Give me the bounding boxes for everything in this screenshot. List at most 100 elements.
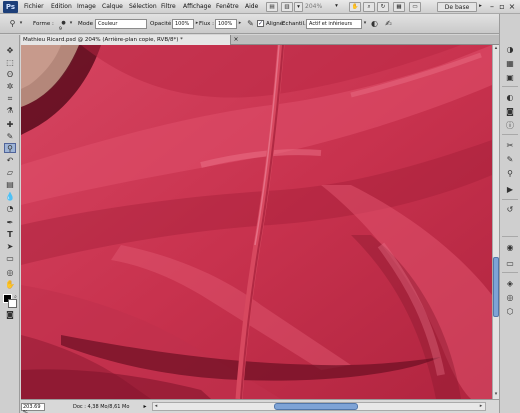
menu-calque[interactable]: Calque <box>102 3 123 10</box>
quick-mask-icon[interactable]: ◙ <box>4 310 16 320</box>
eyedropper-icon[interactable]: ⚗ <box>4 106 16 116</box>
photoshop-logo: Ps <box>3 1 18 13</box>
menu-fenetre[interactable]: Fenêtre <box>216 3 239 10</box>
ignore-adjustment-layers-icon[interactable]: ◐ <box>369 18 380 29</box>
hand-tool-icon[interactable]: ✋ <box>349 2 361 12</box>
arrange-documents-icon[interactable]: ▦ <box>393 2 405 12</box>
workspace-switcher[interactable]: De base <box>437 2 477 12</box>
notes-icon[interactable]: ▭ <box>504 258 516 269</box>
adjustments-icon[interactable]: ◐ <box>504 92 516 103</box>
healing-brush-icon[interactable]: ✚ <box>4 120 16 130</box>
layers-icon[interactable]: ◈ <box>504 278 516 289</box>
path-select-icon[interactable]: ➤ <box>4 242 16 252</box>
dock-separator <box>502 134 518 135</box>
gradient-icon[interactable]: ▤ <box>4 180 16 190</box>
sample-dropdown-icon[interactable]: ▾ <box>362 18 368 29</box>
close-document-icon[interactable]: × <box>232 35 240 45</box>
menu-selection[interactable]: Sélection <box>129 3 157 10</box>
clone-stamp-preset-icon[interactable]: ⚲ <box>7 18 18 29</box>
channels-icon[interactable]: ◎ <box>504 292 516 303</box>
styles-icon[interactable]: ▣ <box>504 72 516 83</box>
application-bar: Ps Fichier Edition Image Calque Sélectio… <box>0 0 520 14</box>
menu-affichage[interactable]: Affichage <box>183 3 211 10</box>
3d-rotate-icon[interactable]: ◎ <box>4 268 16 278</box>
flux-dropdown-icon[interactable]: ▸ <box>237 18 243 29</box>
clone-source-icon[interactable]: ⚲ <box>504 168 516 179</box>
document-tab[interactable]: Mathieu Ricard.psd @ 204% (Arrière-plan … <box>21 35 231 45</box>
restore-icon[interactable]: ▫ <box>497 2 507 12</box>
status-bar: 203.69 % Doc : 4,38 Mo/8,61 Mo ▸ ◂ ▸ <box>21 399 499 413</box>
dock-separator <box>502 272 518 273</box>
crop-icon[interactable]: ⌗ <box>4 94 16 104</box>
swatches-icon[interactable]: ▦ <box>504 58 516 69</box>
document-size-info: Doc : 4,38 Mo/8,61 Mo <box>73 404 130 410</box>
tools-panel: ✥ ⬚ ʘ ✲ ⌗ ⚗ ✚ ✎ ⚲ ↶ ▱ ▤ 💧 ◔ ✒ T ➤ ▭ ◎ ✋ … <box>0 35 20 413</box>
sample-select[interactable]: Actif et inférieurs <box>306 19 362 29</box>
screen-mode-icon[interactable]: ▭ <box>409 2 421 12</box>
3d-icon[interactable]: ◉ <box>504 242 516 253</box>
menu-fichier[interactable]: Fichier <box>24 3 44 10</box>
brush-panel-icon[interactable]: ✎ <box>504 154 516 165</box>
airbrush-icon[interactable]: ✎ <box>245 18 256 29</box>
tools-panel-icon[interactable]: ✂ <box>504 140 516 151</box>
info-icon[interactable]: ⓘ <box>504 120 516 131</box>
vertical-scrollbar[interactable]: ▴ ▾ <box>492 45 499 399</box>
paths-icon[interactable]: ⬡ <box>504 306 516 317</box>
zoom-tool-icon[interactable]: ⌕ <box>363 2 375 12</box>
aligned-checkbox[interactable]: ✓ <box>257 20 264 27</box>
scroll-left-icon[interactable]: ◂ <box>153 403 159 410</box>
tool-options-bar: ⚲ ▾ Forme : ● 9 ▾ Mode : Couleur Opacité… <box>0 14 520 34</box>
pen-icon[interactable]: ✒ <box>4 218 16 228</box>
shape-icon[interactable]: ▭ <box>4 254 16 264</box>
document-tab-bar: Mathieu Ricard.psd @ 204% (Arrière-plan … <box>21 35 499 45</box>
close-icon[interactable]: × <box>507 2 517 12</box>
dock-separator <box>502 236 518 237</box>
status-menu-arrow-icon[interactable]: ▸ <box>141 403 149 411</box>
document-canvas[interactable] <box>21 45 492 399</box>
type-icon[interactable]: T <box>4 230 16 240</box>
mode-select[interactable]: Couleur <box>95 19 147 29</box>
forme-label: Forme : <box>33 21 54 27</box>
brush-size-value: 9 <box>59 27 62 32</box>
history-icon[interactable]: ↺ <box>504 204 516 215</box>
actions-icon[interactable]: ▶ <box>504 184 516 195</box>
brush-dropdown-icon[interactable]: ▾ <box>68 18 74 29</box>
launch-bridge-icon[interactable]: ▤ <box>266 2 278 12</box>
menu-edition[interactable]: Edition <box>51 3 72 10</box>
background-color-swatch[interactable] <box>8 299 17 308</box>
preset-dropdown-icon[interactable]: ▾ <box>18 18 24 29</box>
dock-separator <box>502 199 518 200</box>
lasso-icon[interactable]: ʘ <box>4 70 16 80</box>
blur-icon[interactable]: 💧 <box>4 192 16 202</box>
menu-filtre[interactable]: Filtre <box>161 3 176 10</box>
workspace-dropdown-icon[interactable]: ▸ <box>477 2 484 12</box>
rotate-view-icon[interactable]: ↻ <box>377 2 389 12</box>
clone-stamp-icon[interactable]: ⚲ <box>4 143 16 153</box>
move-icon[interactable]: ✥ <box>4 46 16 56</box>
horizontal-scrollbar[interactable]: ◂ ▸ <box>152 402 486 411</box>
launch-minibridge-icon[interactable]: ▥ <box>281 2 293 12</box>
history-brush-icon[interactable]: ↶ <box>4 156 16 166</box>
opacity-input[interactable]: 100% <box>172 19 194 29</box>
magic-wand-icon[interactable]: ✲ <box>4 82 16 92</box>
zoom-dropdown-icon[interactable]: ▾ <box>333 2 340 12</box>
color-panel-icon[interactable]: ◑ <box>504 44 516 55</box>
menu-image[interactable]: Image <box>77 3 96 10</box>
tablet-pressure-icon[interactable]: ✍ <box>383 18 394 29</box>
dock-separator <box>502 86 518 87</box>
view-extras-icon[interactable]: ▾ <box>294 2 303 12</box>
minimize-icon[interactable]: – <box>487 2 497 12</box>
marquee-icon[interactable]: ⬚ <box>4 58 16 68</box>
horizontal-scroll-thumb[interactable] <box>274 403 358 410</box>
brush-icon[interactable]: ✎ <box>4 132 16 142</box>
scroll-right-icon[interactable]: ▸ <box>478 403 484 410</box>
fabric-photo <box>21 45 492 399</box>
hand-icon[interactable]: ✋ <box>4 280 16 290</box>
dodge-icon[interactable]: ◔ <box>4 204 16 214</box>
flux-input[interactable]: 100% <box>215 19 237 29</box>
zoom-level-display[interactable]: 204% <box>305 3 322 10</box>
masks-icon[interactable]: ◙ <box>504 106 516 117</box>
eraser-icon[interactable]: ▱ <box>4 168 16 178</box>
status-zoom-field[interactable]: 203.69 % <box>21 403 45 413</box>
menu-aide[interactable]: Aide <box>245 3 258 10</box>
